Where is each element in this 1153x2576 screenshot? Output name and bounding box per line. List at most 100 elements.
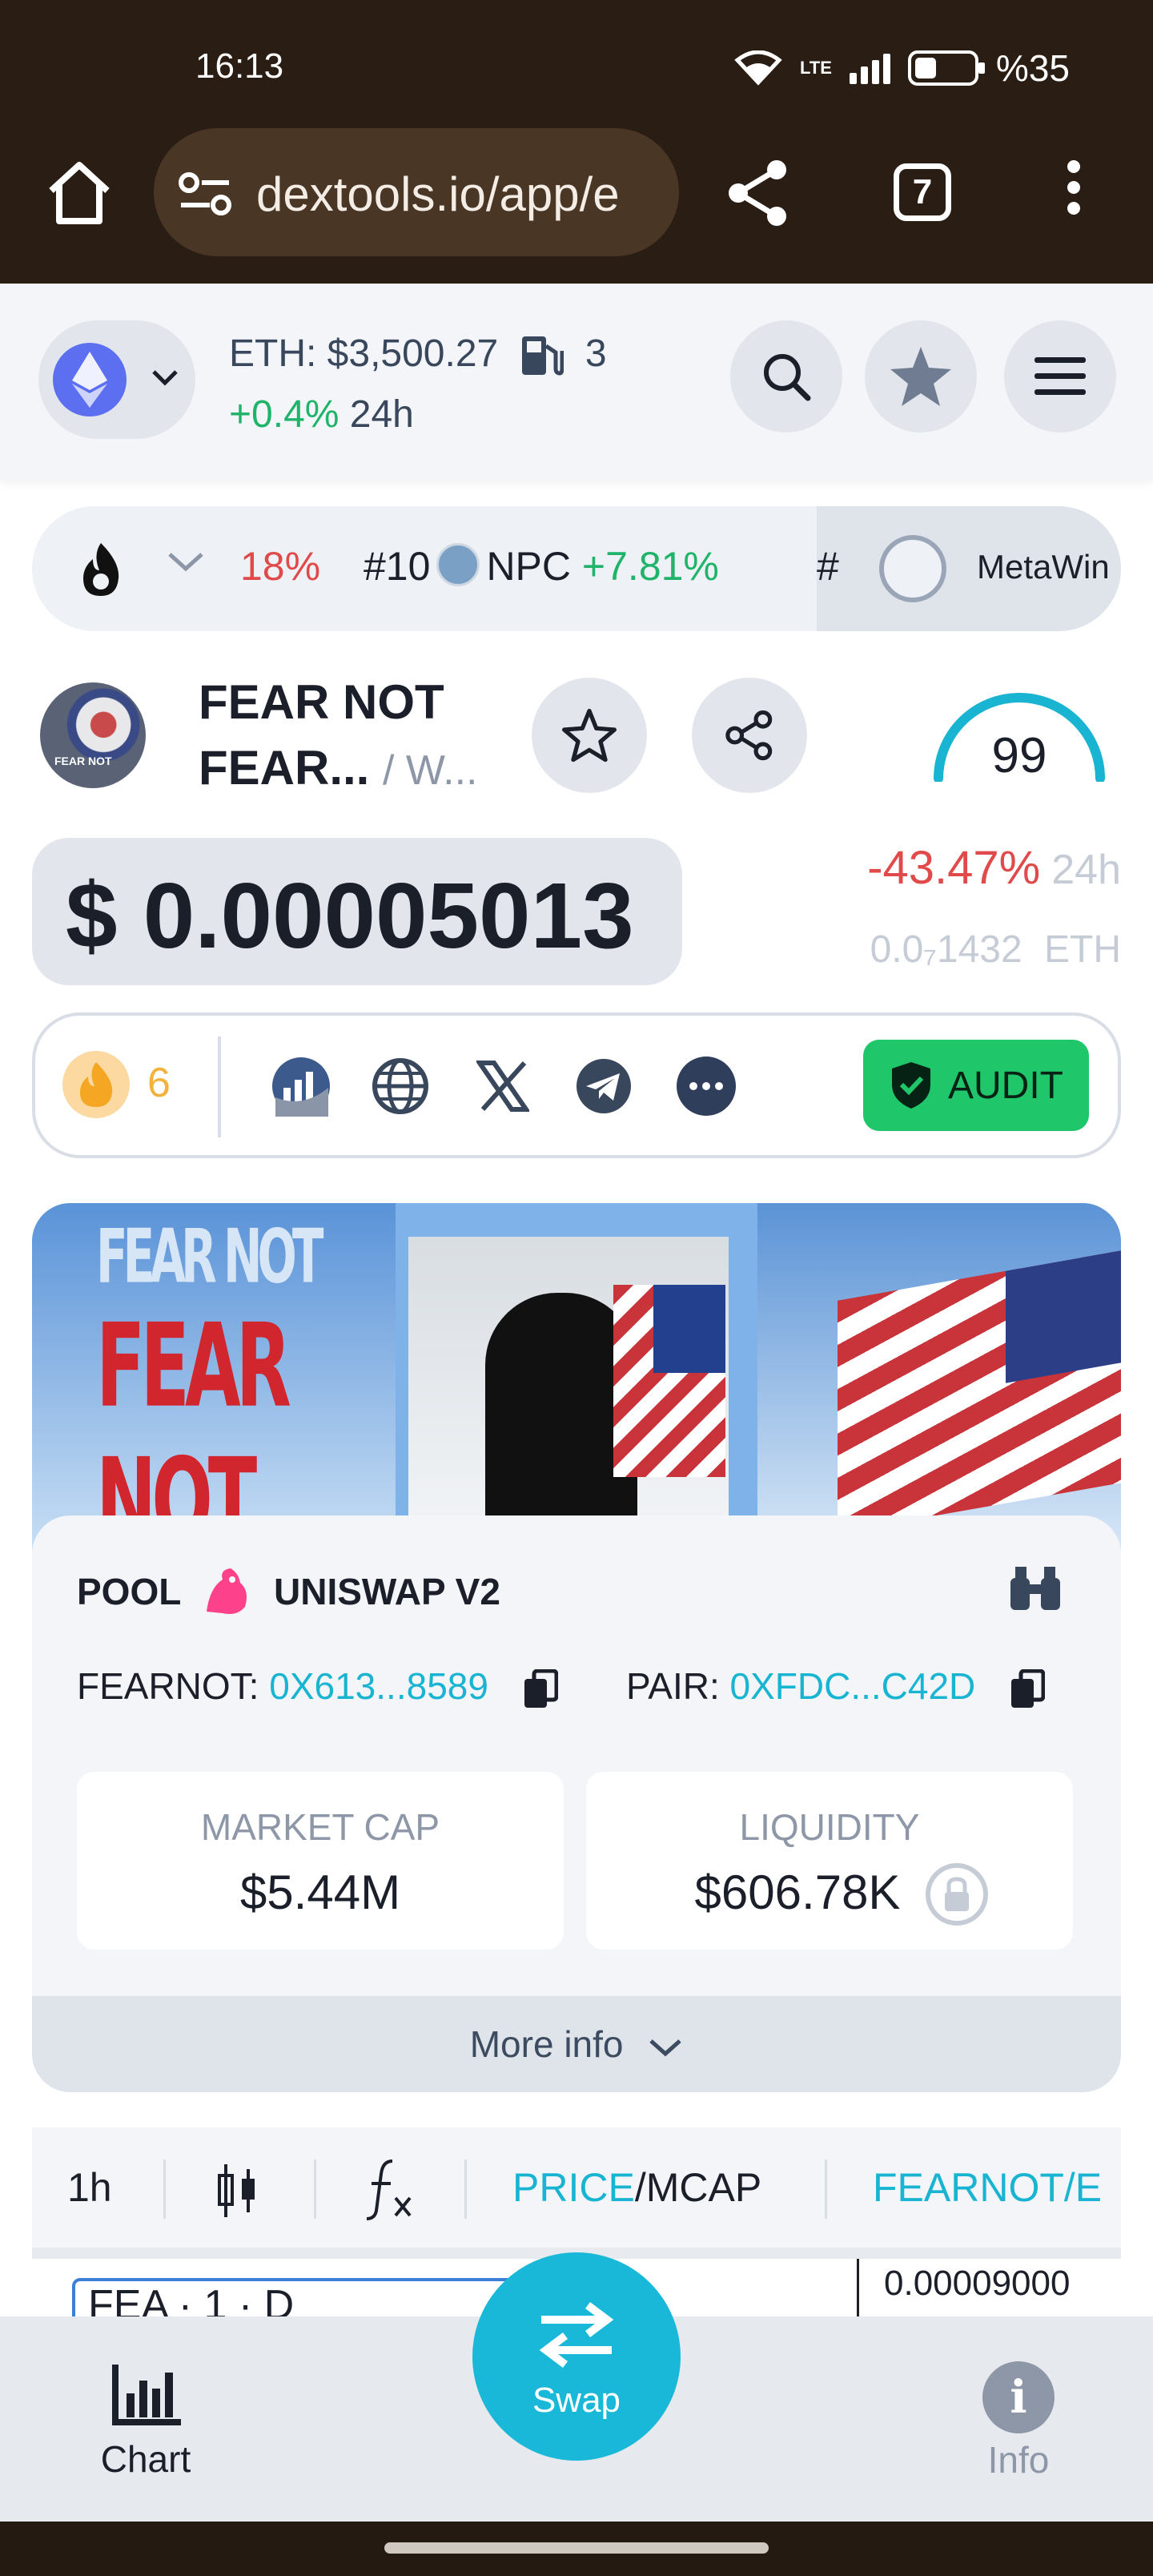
url-bar[interactable]: dextools.io/app/e — [154, 128, 679, 256]
price-mcap-toggle[interactable]: PRICE/MCAP — [512, 2127, 761, 2248]
ticker-item-3-rank: # — [817, 544, 839, 589]
eth-price-value: 0.0₇1432 — [870, 928, 1022, 971]
browser-toolbar: dextools.io/app/e 7 — [0, 128, 1153, 256]
chevron-down-icon — [152, 370, 178, 386]
avatar-caption: FEAR NOT — [54, 755, 112, 767]
share-icon — [725, 710, 773, 761]
ticker-item-1-change: 18% — [240, 544, 321, 589]
banner-text-outline: FEAR NOT — [96, 1213, 323, 1300]
copy-icon[interactable] — [1010, 1668, 1046, 1709]
more-links-icon[interactable] — [676, 1056, 737, 1117]
tabs-button[interactable]: 7 — [894, 163, 951, 221]
hot-pairs-ticker[interactable]: 18% #10 NPC +7.81% # MetaWin — [32, 506, 1121, 631]
audit-button[interactable]: AUDIT — [863, 1040, 1089, 1131]
swap-button[interactable]: Swap — [472, 2252, 681, 2461]
banner-flag — [613, 1285, 725, 1477]
menu-button[interactable] — [1004, 320, 1116, 433]
banner-panel-photo — [408, 1237, 729, 1556]
pair-toggle[interactable]: FEARNOT/E — [873, 2127, 1102, 2248]
eth-price: ETH: $3,500.27 — [229, 332, 499, 375]
battery-percent: %35 — [995, 47, 1070, 89]
pair-address-row: PAIR: 0XFDC...C42D — [626, 1664, 1046, 1709]
nav-chart-label: Chart — [100, 2438, 191, 2480]
nav-info[interactable]: i Info — [961, 2361, 1076, 2481]
share-icon[interactable] — [722, 157, 794, 229]
liquidity-amount: $606.78K — [694, 1866, 901, 1919]
ticker-item-npc[interactable]: #10 NPC +7.81% — [364, 543, 719, 590]
nav-chart[interactable]: Chart — [88, 2361, 203, 2481]
divider — [464, 2159, 467, 2219]
token-address-label: FEARNOT: — [77, 1665, 259, 1707]
divider — [218, 1036, 221, 1137]
token-banner-image: FEAR NOT FEAR NOT — [32, 1203, 1121, 1556]
info-icon: i — [982, 2361, 1055, 2433]
y-axis-tick: 0.00009000 — [884, 2264, 1071, 2303]
copy-icon[interactable] — [523, 1668, 558, 1709]
site-settings-icon[interactable] — [178, 170, 234, 218]
token-price: $ 0.00005013 — [66, 863, 634, 968]
candles-icon[interactable] — [215, 2163, 259, 2219]
search-button[interactable] — [730, 320, 842, 433]
hot-flame-icon — [62, 1051, 130, 1118]
shield-check-icon — [892, 1062, 930, 1109]
ticker-item-change: +7.81% — [581, 544, 719, 589]
indicators-icon[interactable] — [364, 2158, 413, 2222]
ticker-item-rank: #10 — [364, 544, 431, 589]
swap-label: Swap — [532, 2381, 621, 2420]
lock-icon — [926, 1863, 988, 1926]
favorites-button[interactable] — [865, 320, 977, 433]
gas-value: 3 — [585, 332, 607, 375]
x-twitter-icon[interactable] — [472, 1056, 533, 1117]
ticker-chevron-icon[interactable] — [167, 549, 205, 574]
fire-icon — [83, 543, 119, 596]
pair-symbol: / W... — [383, 747, 478, 794]
pool-info-card: POOL UNISWAP V2 FEARNOT: 0X613...8589 PA… — [32, 1515, 1121, 2092]
chain-selector[interactable] — [38, 320, 195, 439]
telegram-icon[interactable] — [573, 1056, 634, 1117]
status-bar: 16:13 LTE %35 — [0, 40, 1153, 96]
website-globe-icon[interactable] — [370, 1056, 431, 1117]
pair-address-link[interactable]: 0XFDC...C42D — [730, 1665, 976, 1707]
browser-chrome: 16:13 LTE %35 dextools.io/app/e 7 — [0, 0, 1153, 284]
add-favorite-button[interactable] — [532, 678, 647, 793]
market-cap-box: MARKET CAP $5.44M — [77, 1772, 564, 1950]
divider — [163, 2159, 166, 2219]
pool-label: POOL — [77, 1571, 182, 1612]
chevron-down-icon — [649, 2039, 681, 2057]
eth-change-period: 24h — [349, 393, 414, 436]
browser-menu-icon[interactable] — [1062, 160, 1086, 224]
eth-price-unit: ETH — [1044, 928, 1121, 971]
price-change: -43.47% 24h — [867, 841, 1121, 895]
binoculars-icon[interactable] — [1007, 1565, 1063, 1612]
share-token-button[interactable] — [692, 678, 807, 793]
dex-name: UNISWAP V2 — [274, 1571, 500, 1612]
token-address-link[interactable]: 0X613...8589 — [269, 1665, 488, 1707]
liquidity-label: LIQUIDITY — [739, 1806, 920, 1848]
sponsor-name[interactable]: MetaWin — [977, 548, 1110, 586]
npc-token-icon — [436, 543, 480, 586]
token-name-line1: FEAR NOT — [199, 675, 444, 729]
network-type: LTE — [800, 58, 832, 78]
dext-score[interactable]: 99 — [929, 686, 1110, 783]
banner-flag-large — [838, 1250, 1121, 1533]
token-name: FEAR NOT FEAR... / W... — [199, 670, 477, 803]
metawin-logo-icon — [879, 535, 946, 602]
interval-selector[interactable]: 1h — [67, 2127, 112, 2248]
banner-panel-text: FEAR NOT FEAR NOT — [32, 1203, 396, 1556]
more-info-button[interactable]: More info — [32, 1996, 1121, 2092]
signal-icon — [849, 52, 890, 84]
bar-chart-icon — [112, 2365, 181, 2425]
chart-site-icon[interactable] — [271, 1056, 331, 1117]
gesture-bar — [0, 2522, 1153, 2576]
ethereum-icon — [53, 343, 127, 417]
status-time: 16:13 — [195, 46, 284, 86]
search-icon — [764, 354, 811, 401]
swap-arrows-icon — [539, 2302, 614, 2368]
home-icon[interactable] — [43, 157, 115, 229]
audit-label: AUDIT — [948, 1064, 1063, 1107]
price-box: $ 0.00005013 — [32, 838, 682, 985]
battery-icon — [907, 50, 985, 86]
hot-count: 6 — [147, 1060, 171, 1106]
chart-toolbar: 1h PRICE/MCAP FEARNOT/E — [32, 2127, 1121, 2248]
price-change-period: 24h — [1051, 847, 1121, 893]
